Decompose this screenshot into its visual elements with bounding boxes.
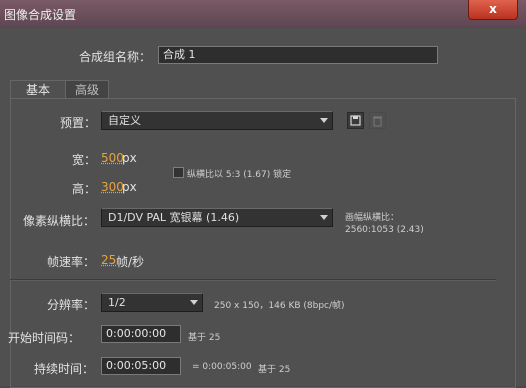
lock-aspect-label: 纵横比以 5:3 (1.67) 锁定 bbox=[187, 170, 292, 180]
window-title: 图像合成设置 bbox=[4, 8, 77, 22]
title-bar: 图像合成设置 x bbox=[0, 0, 526, 29]
save-icon bbox=[350, 115, 361, 126]
resolution-value: 1/2 bbox=[108, 296, 126, 309]
frame-aspect-value: 2560:1053 (2.43) bbox=[345, 225, 424, 235]
pixel-aspect-value: D1/DV PAL 宽银幕 (1.46) bbox=[108, 211, 240, 224]
divider bbox=[10, 279, 496, 281]
height-value[interactable]: 300 bbox=[101, 180, 124, 194]
start-timecode-input[interactable]: 0:00:00:00 bbox=[101, 325, 181, 343]
tab-basic[interactable]: 基本 bbox=[10, 80, 66, 99]
start-timecode-base: 基于 25 bbox=[188, 333, 221, 343]
duration-base: 基于 25 bbox=[258, 365, 291, 375]
comp-name-label: 合成组名称： bbox=[79, 50, 152, 64]
frame-rate-label: 帧速率： bbox=[47, 255, 96, 269]
preset-select[interactable]: 自定义 bbox=[101, 111, 333, 130]
resolution-label: 分辨率： bbox=[47, 298, 96, 312]
tab-advanced[interactable]: 高级 bbox=[65, 80, 109, 99]
chevron-down-icon bbox=[190, 300, 198, 305]
resolution-info: 250 x 150，146 KB (8bpc/帧) bbox=[214, 301, 345, 311]
frame-rate-value[interactable]: 25 bbox=[101, 253, 116, 267]
preset-label: 预置： bbox=[60, 116, 97, 130]
delete-preset-button[interactable] bbox=[369, 112, 386, 129]
height-label: 高： bbox=[72, 182, 97, 196]
chevron-down-icon bbox=[320, 215, 328, 220]
save-preset-button[interactable] bbox=[347, 112, 364, 129]
duration-equals: = 0:00:05:00 bbox=[192, 362, 252, 372]
start-timecode-label: 开始时间码： bbox=[8, 331, 81, 345]
pixel-aspect-label: 像素纵横比： bbox=[23, 214, 96, 228]
close-button[interactable]: x bbox=[468, 0, 518, 20]
width-unit: px bbox=[122, 151, 137, 165]
frame-aspect-label: 画幅纵横比： bbox=[345, 213, 400, 223]
resolution-select[interactable]: 1/2 bbox=[101, 293, 203, 312]
frame-rate-unit: 帧/秒 bbox=[116, 255, 145, 269]
width-label: 宽： bbox=[72, 153, 97, 167]
width-value[interactable]: 500 bbox=[101, 151, 124, 165]
chevron-down-icon bbox=[320, 118, 328, 123]
pixel-aspect-select[interactable]: D1/DV PAL 宽银幕 (1.46) bbox=[101, 208, 333, 227]
height-unit: px bbox=[122, 180, 137, 194]
comp-name-input[interactable]: 合成 1 bbox=[158, 46, 438, 64]
tab-panel bbox=[10, 98, 516, 388]
trash-icon bbox=[373, 116, 382, 127]
preset-value: 自定义 bbox=[108, 114, 141, 127]
lock-aspect-checkbox[interactable] bbox=[173, 167, 184, 178]
duration-input[interactable]: 0:00:05:00 bbox=[101, 357, 181, 375]
duration-label: 持续时间： bbox=[34, 362, 95, 376]
